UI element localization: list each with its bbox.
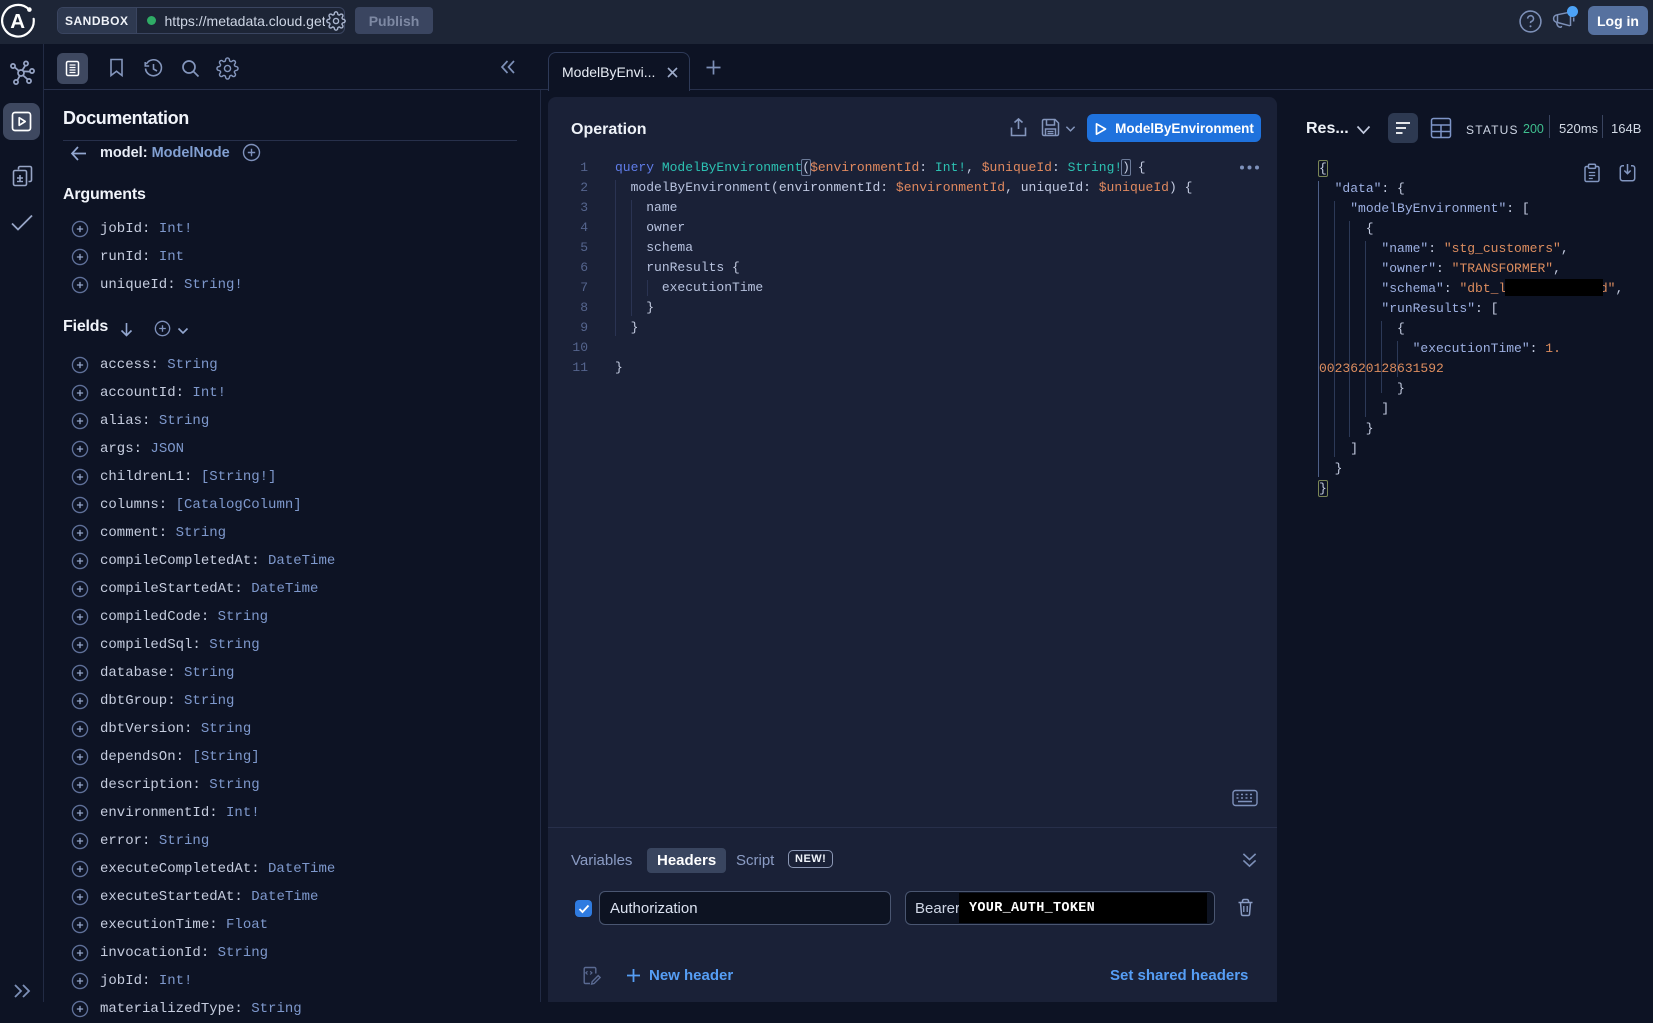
svg-text:A: A	[10, 10, 25, 33]
